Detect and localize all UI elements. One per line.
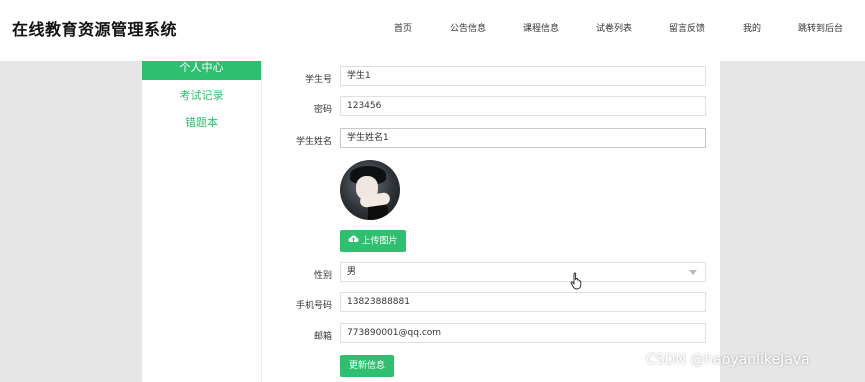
label-phone: 手机号码 xyxy=(295,301,332,311)
update-info-button[interactable]: 更新信息 xyxy=(340,355,394,377)
row-email: 邮箱 773890001@qq.com xyxy=(262,323,722,345)
label-email: 邮箱 xyxy=(313,332,332,342)
hand-pointer-icon xyxy=(570,272,584,290)
user-sidebar: 个人中心 考试记录 错题本 xyxy=(142,61,262,382)
upload-image-button[interactable]: 上传图片 xyxy=(340,230,406,252)
cloud-upload-icon xyxy=(348,230,360,252)
sidebar-item-wrong-questions[interactable]: 错题本 xyxy=(142,114,261,130)
password-input[interactable]: 123456 xyxy=(340,96,706,116)
site-title: 在线教育资源管理系统 xyxy=(12,20,178,39)
chevron-down-icon xyxy=(689,270,697,275)
gender-select[interactable]: 男 xyxy=(340,262,706,282)
label-password: 密码 xyxy=(313,105,332,115)
student-name-input[interactable]: 学生姓名1 xyxy=(340,128,706,148)
nav-home[interactable]: 首页 xyxy=(394,21,412,34)
label-gender: 性别 xyxy=(313,271,332,281)
top-header: 在线教育资源管理系统 首页 公告信息 课程信息 试卷列表 留言反馈 我的 跳转到… xyxy=(0,0,865,61)
sidebar-item-exam-records[interactable]: 考试记录 xyxy=(142,87,261,103)
row-student-no: 学生号 学生1 xyxy=(262,66,722,88)
label-student-name: 学生姓名 xyxy=(295,137,332,147)
label-student-no: 学生号 xyxy=(304,75,332,85)
nav-courses[interactable]: 课程信息 xyxy=(523,21,559,34)
nav-feedback[interactable]: 留言反馈 xyxy=(669,21,705,34)
nav-mine[interactable]: 我的 xyxy=(743,21,761,34)
sidebar-item-personal-center[interactable]: 个人中心 xyxy=(142,61,261,80)
email-input[interactable]: 773890001@qq.com xyxy=(340,323,706,343)
student-no-input[interactable]: 学生1 xyxy=(340,66,706,86)
row-gender: 性别 男 xyxy=(262,262,722,284)
csdn-watermark: CSDN @haoyanlikeJava xyxy=(646,352,810,368)
nav-exam-papers[interactable]: 试卷列表 xyxy=(596,21,632,34)
row-student-name: 学生姓名 学生姓名1 xyxy=(262,128,722,150)
nav-admin[interactable]: 跳转到后台 xyxy=(798,21,843,34)
row-phone: 手机号码 13823888881 xyxy=(262,292,722,314)
upload-image-label: 上传图片 xyxy=(361,236,398,247)
row-password: 密码 123456 xyxy=(262,96,722,118)
phone-input[interactable]: 13823888881 xyxy=(340,292,706,312)
nav-announcements[interactable]: 公告信息 xyxy=(450,21,486,34)
avatar-image xyxy=(340,160,400,220)
gender-selected-value: 男 xyxy=(347,267,357,277)
